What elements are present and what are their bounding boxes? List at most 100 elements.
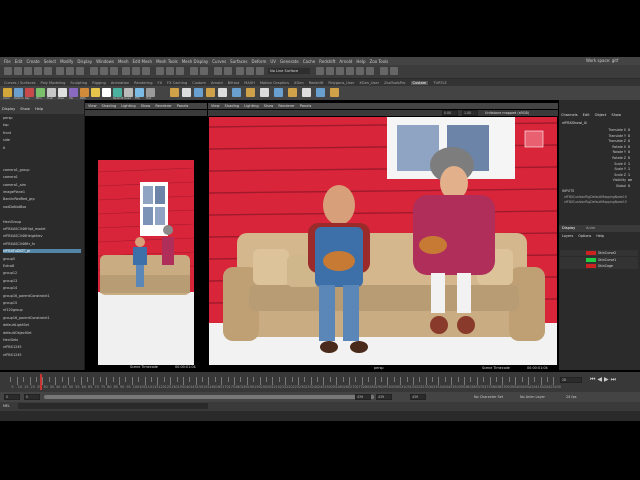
toolbar-button[interactable] [4, 67, 12, 75]
outliner-item[interactable]: camera1 [3, 175, 18, 179]
layer-menu-options[interactable]: Options [578, 234, 591, 238]
cb-input-item[interactable]: nfFBXCushionRigDefaultMappingNode15 [564, 195, 627, 199]
shelf-button[interactable] [14, 88, 23, 97]
menu-item[interactable]: Zoo Tools [370, 59, 389, 64]
shelf-button[interactable] [124, 88, 133, 97]
toolbar-button[interactable] [14, 67, 22, 75]
cb-menu-edit[interactable]: Edit [583, 113, 590, 117]
shelf-tab[interactable]: Bifrost [228, 81, 240, 85]
menu-item[interactable]: Arnold [339, 59, 352, 64]
shelf-button[interactable] [3, 88, 12, 97]
shelf-tab[interactable]: FX Caching [167, 81, 187, 85]
cb-attr-value[interactable]: 0 [628, 156, 630, 160]
shelf-button[interactable] [25, 88, 34, 97]
shelf-tab[interactable]: Custom [410, 80, 429, 85]
range-slider[interactable] [44, 395, 374, 399]
shelf-tab[interactable]: Poly Modeling [41, 81, 66, 85]
outliner-item[interactable]: top [3, 123, 9, 127]
shelf-button[interactable] [330, 88, 339, 97]
toolbar-button[interactable] [316, 67, 324, 75]
menu-item[interactable]: Curves [212, 59, 226, 64]
menu-item[interactable]: Mesh Tools [156, 59, 178, 64]
cb-object-name[interactable]: nfFBXShowl_l4 [562, 121, 587, 125]
outliner-item[interactable]: BackinRedRed_grp [3, 197, 35, 201]
shelf-button[interactable] [146, 88, 155, 97]
toolbar-button[interactable] [122, 67, 130, 75]
shelf-tab[interactable]: XGen [294, 81, 304, 85]
menu-item[interactable]: Cache [303, 59, 315, 64]
cb-attr-value[interactable]: 0 [628, 145, 630, 149]
fps-menu[interactable]: 24 fps [566, 395, 577, 399]
outliner-item[interactable]: nodDoNotBox [3, 205, 26, 209]
cb-attr-value[interactable]: 0 [628, 184, 630, 188]
cb-attr-value[interactable]: 1 [628, 167, 630, 171]
toolbar-button[interactable] [246, 67, 254, 75]
cb-menu-show[interactable]: Show [611, 113, 621, 117]
toolbar-button[interactable] [90, 67, 98, 75]
cb-input-item[interactable]: nfFBXCushionRigDefaultMappingNode15 [564, 200, 627, 204]
outliner-menu-show[interactable]: Show [20, 107, 30, 111]
shelf-tab[interactable]: FX [158, 81, 163, 85]
shelf-tab[interactable]: TURTLE [433, 81, 447, 85]
shelf-button[interactable] [36, 88, 45, 97]
go-to-start-icon[interactable]: ⏮ [590, 376, 595, 384]
shelf-button[interactable] [218, 88, 227, 97]
toolbar-button[interactable] [326, 67, 334, 75]
shelf-tab[interactable]: Sculpting [70, 81, 87, 85]
menu-item[interactable]: Edit [15, 59, 23, 64]
character-set-menu[interactable]: No Character Set [474, 395, 503, 399]
shelf-button[interactable] [91, 88, 100, 97]
shelf-button[interactable] [102, 88, 111, 97]
shelf-button[interactable] [274, 88, 283, 97]
toolbar-button[interactable] [390, 67, 398, 75]
shelf-tab[interactable]: MASH [244, 81, 255, 85]
layer-name[interactable]: SkinCurve1 [598, 258, 616, 262]
menu-item[interactable]: Help [356, 59, 365, 64]
toolbar-button[interactable] [236, 67, 244, 75]
toolbar-button[interactable] [214, 67, 222, 75]
cb-inputs-header[interactable]: INPUTS [562, 189, 574, 193]
layer-name[interactable]: SkinCage [598, 264, 613, 268]
menu-item[interactable]: Deform [251, 59, 266, 64]
menu-item[interactable]: Redshift [319, 59, 335, 64]
persp-menu-shading[interactable]: Shading [225, 104, 240, 108]
shelf-button[interactable] [58, 88, 67, 97]
outliner-item[interactable]: HectSets [3, 338, 18, 342]
menu-item[interactable]: Mesh [118, 59, 129, 64]
step-forward-icon[interactable]: ⏭ [611, 376, 616, 384]
time-slider[interactable] [0, 372, 640, 392]
layer-menu-help[interactable]: Help [596, 234, 604, 238]
inner-end-field[interactable]: 439 [355, 394, 371, 400]
outliner-item[interactable]: side [3, 138, 10, 142]
menu-item[interactable]: Surfaces [230, 59, 247, 64]
current-frame-field[interactable]: 28 [560, 377, 582, 383]
toolbar-button[interactable] [24, 67, 32, 75]
outliner-item[interactable]: nf120group [3, 308, 23, 312]
shelf-tab[interactable]: Animation [111, 81, 129, 85]
cb-menu-object[interactable]: Object [595, 113, 607, 117]
shelf-button[interactable] [206, 88, 215, 97]
cb-attr-value[interactable]: 0 [628, 134, 630, 138]
shelf-button[interactable] [113, 88, 122, 97]
outliner-item[interactable]: persp [3, 116, 13, 120]
toolbar-button[interactable] [132, 67, 140, 75]
persp-menu-lighting[interactable]: Lighting [244, 104, 259, 108]
far-clip-field[interactable]: 1.00 [462, 110, 478, 116]
cam-menu-panels[interactable]: Panels [177, 104, 189, 108]
layer-color-swatch[interactable] [586, 264, 596, 268]
toolbar-button[interactable] [380, 67, 388, 75]
shelf-tab[interactable]: Curves / Surfaces [4, 81, 36, 85]
shelf-button[interactable] [316, 88, 325, 97]
cb-attr-value[interactable]: 0 [628, 150, 630, 154]
cb-attr-value[interactable]: 1 [628, 173, 630, 177]
layer-tab-display[interactable]: Display [562, 226, 575, 230]
cb-attr-value[interactable]: 1 [628, 162, 630, 166]
shelf-button[interactable] [288, 88, 297, 97]
live-surface-field[interactable]: No Live Surface [268, 68, 310, 74]
toolbar-button[interactable] [156, 67, 164, 75]
shelf-button[interactable] [47, 88, 56, 97]
outliner-item[interactable]: nfFBX1245 [3, 353, 22, 357]
outliner-menu-display[interactable]: Display [2, 107, 15, 111]
layer-color-swatch[interactable] [586, 251, 596, 255]
anim-layer-menu[interactable]: No Anim Layer [520, 395, 545, 399]
